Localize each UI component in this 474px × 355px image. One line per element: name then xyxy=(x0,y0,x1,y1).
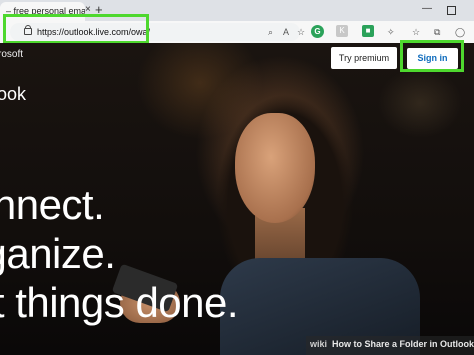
headline-organize: rganize. xyxy=(0,230,116,277)
zoom-icon[interactable]: ⌕ xyxy=(268,25,273,39)
headline-connect: onnect. xyxy=(0,181,105,228)
sign-in-highlight xyxy=(400,40,464,72)
puzzle-icon[interactable]: ✧ xyxy=(387,25,395,39)
profile-icon[interactable]: ◯ xyxy=(455,25,465,39)
grammarly-icon[interactable]: G xyxy=(311,25,324,38)
collections-icon[interactable]: ⧉ xyxy=(434,25,440,39)
url-highlight xyxy=(3,14,149,44)
extension-icon[interactable]: K xyxy=(336,25,348,37)
hero-photo-face xyxy=(235,113,315,223)
wikihow-logo: wiki xyxy=(310,339,328,349)
extension-green-icon[interactable]: ■ xyxy=(362,25,374,37)
minimize-icon[interactable]: — xyxy=(422,3,432,14)
try-premium-button[interactable]: Try premium xyxy=(331,47,397,69)
outlook-landing-page: rosoft ook Try premium Sign in onnect. r… xyxy=(0,43,474,355)
maximize-icon[interactable] xyxy=(447,6,456,15)
star-icon[interactable]: ☆ xyxy=(297,25,305,39)
read-aloud-icon[interactable]: A xyxy=(283,25,289,39)
outlook-logo-text: ook xyxy=(0,84,27,104)
microsoft-brand[interactable]: rosoft xyxy=(0,49,23,60)
headline-get-things-done: et things done. xyxy=(0,279,239,326)
watermark: wiki How to Share a Folder in Outlook xyxy=(306,336,474,355)
watermark-caption: How to Share a Folder in Outlook xyxy=(332,339,474,349)
favorites-icon[interactable]: ☆ xyxy=(412,25,420,39)
